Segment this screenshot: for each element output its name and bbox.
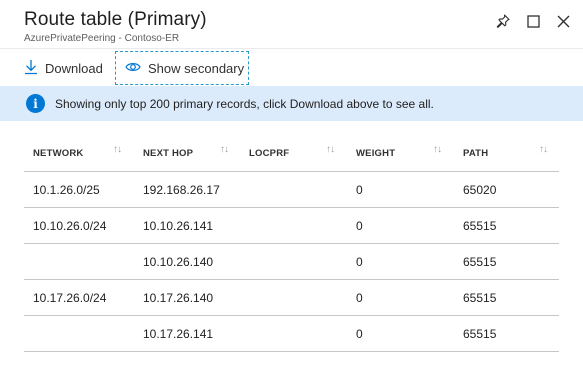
sort-icon[interactable]: ↑↓ [539,144,548,155]
info-message: Showing only top 200 primary records, cl… [55,96,434,111]
col-network-header[interactable]: NETWORK [33,148,83,159]
eye-icon [125,61,141,76]
sort-icon[interactable]: ↑↓ [220,144,229,155]
cell-path: 65515 [463,327,497,341]
table-row[interactable]: 10.10.26.140 0 65515 [24,244,559,280]
sort-icon[interactable]: ↑↓ [433,144,442,155]
col-locprf-header[interactable]: LOCPRF [249,148,289,159]
info-icon: i [26,94,45,113]
table-row[interactable]: 10.10.26.0/24 10.10.26.141 0 65515 [24,208,559,244]
cell-next-hop: 10.17.26.141 [143,327,214,341]
command-bar: Download Show secondary [0,48,583,86]
cell-weight: 0 [356,327,363,341]
cell-path: 65020 [463,183,497,197]
download-button[interactable]: Download [24,51,103,85]
cell-path: 65515 [463,291,497,305]
sort-icon[interactable]: ↑↓ [113,144,122,155]
route-table: NETWORK ↑↓ NEXT HOP ↑↓ LOCPRF ↑↓ WEIGHT … [24,136,559,352]
show-secondary-label: Show secondary [148,60,245,76]
cell-weight: 0 [356,183,363,197]
cell-path: 65515 [463,255,497,269]
cell-network: 10.1.26.0/25 [33,183,100,197]
col-weight-header[interactable]: WEIGHT [356,148,395,159]
cell-network: 10.10.26.0/24 [33,219,107,233]
cell-weight: 0 [356,291,363,305]
download-label: Download [45,60,103,76]
download-icon [24,59,38,78]
cell-path: 65515 [463,219,497,233]
header-actions [493,11,573,31]
maximize-icon[interactable] [523,11,543,31]
pin-icon[interactable] [493,11,513,31]
blade-header: Route table (Primary) AzurePrivatePeerin… [0,0,583,48]
cell-next-hop: 10.10.26.140 [143,255,214,269]
page-subtitle: AzurePrivatePeering - Contoso-ER [24,33,180,44]
table-row[interactable]: 10.17.26.0/24 10.17.26.140 0 65515 [24,280,559,316]
sort-icon[interactable]: ↑↓ [326,144,335,155]
cell-weight: 0 [356,219,363,233]
page-title: Route table (Primary) [24,9,207,30]
col-next-hop-header[interactable]: NEXT HOP [143,148,193,159]
table-header: NETWORK ↑↓ NEXT HOP ↑↓ LOCPRF ↑↓ WEIGHT … [24,136,559,172]
route-table-blade: Route table (Primary) AzurePrivatePeerin… [0,0,583,372]
cell-weight: 0 [356,255,363,269]
close-icon[interactable] [553,11,573,31]
show-secondary-button[interactable]: Show secondary [115,51,249,85]
table-row[interactable]: 10.17.26.141 0 65515 [24,316,559,352]
cell-next-hop: 10.10.26.141 [143,219,214,233]
cell-next-hop: 192.168.26.17 [143,183,220,197]
col-path-header[interactable]: PATH [463,148,488,159]
info-banner: i Showing only top 200 primary records, … [0,86,583,121]
cell-network: 10.17.26.0/24 [33,291,107,305]
cell-next-hop: 10.17.26.140 [143,291,214,305]
table-row[interactable]: 10.1.26.0/25 192.168.26.17 0 65020 [24,172,559,208]
